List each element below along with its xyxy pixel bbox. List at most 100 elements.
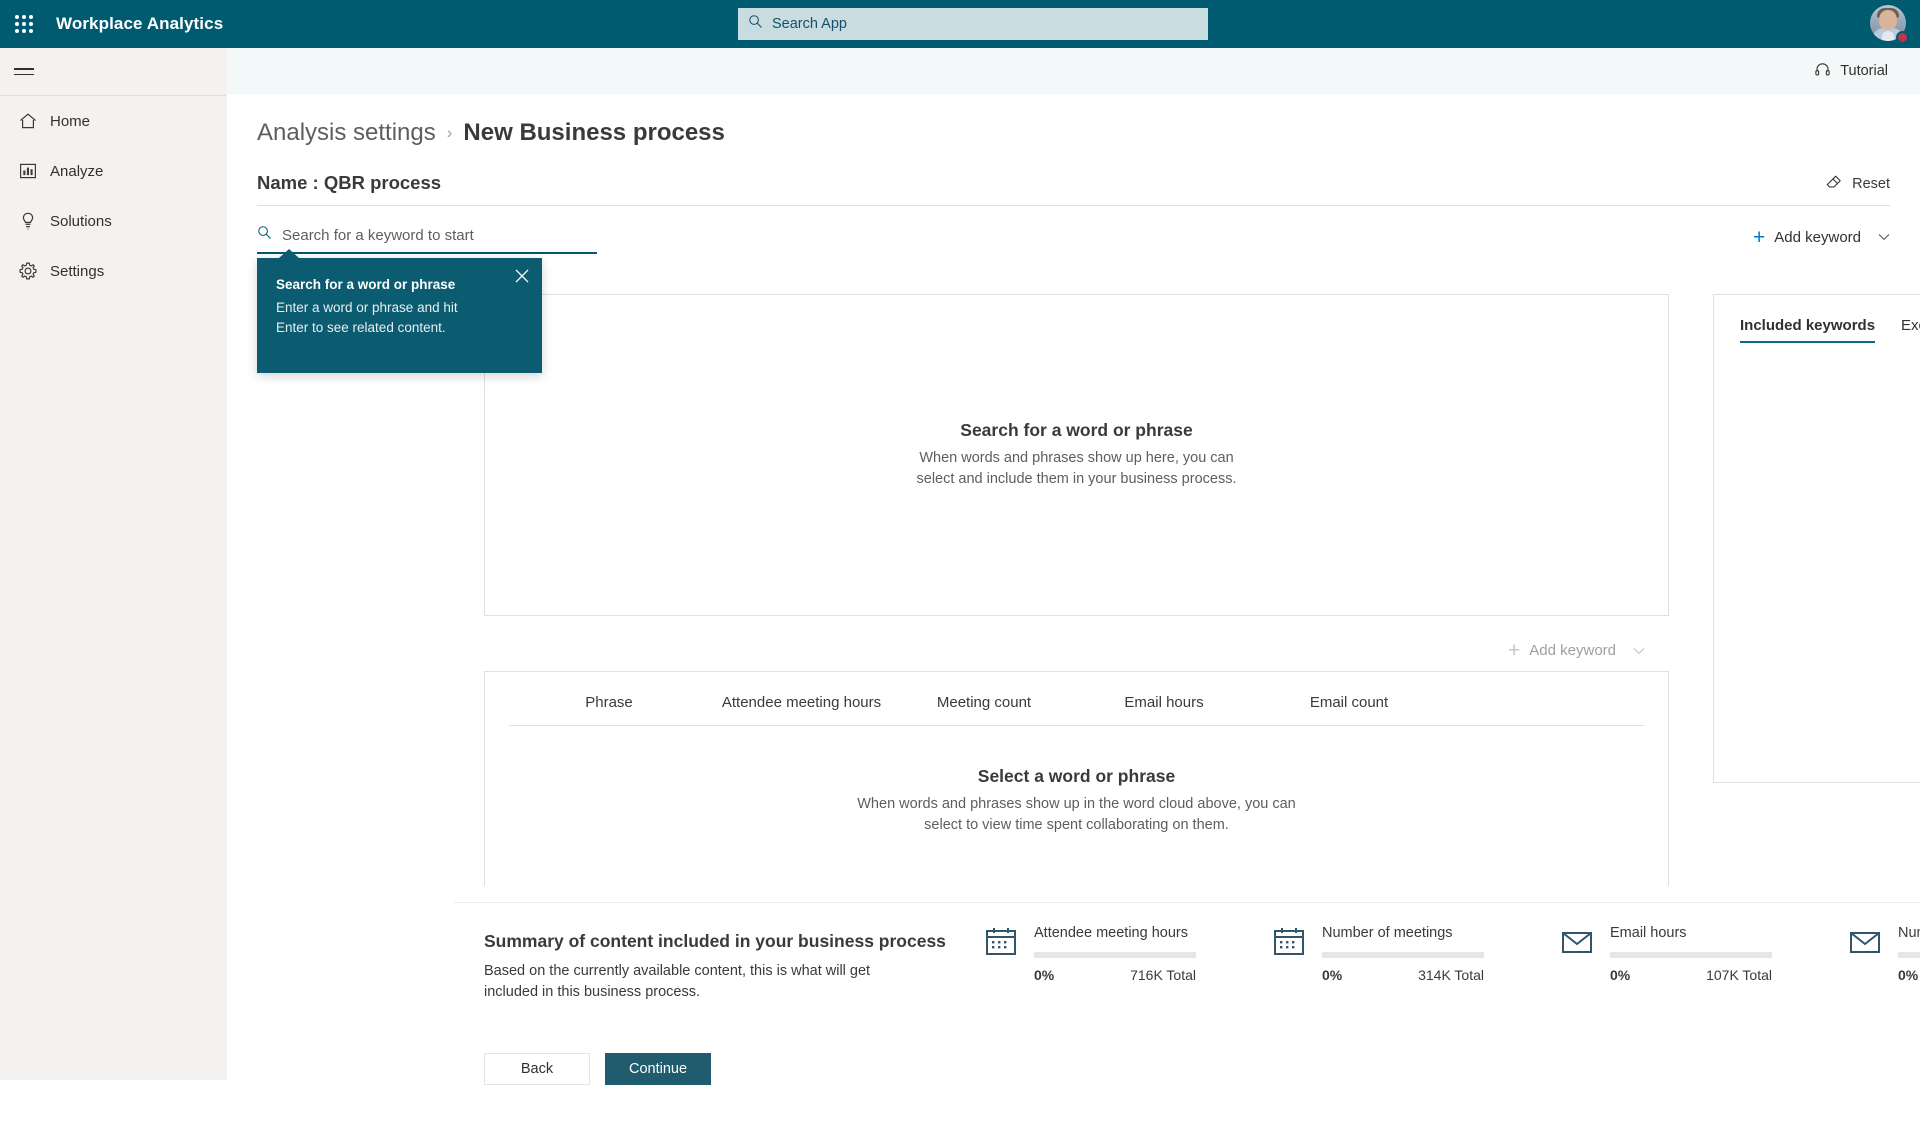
envelope-icon bbox=[1560, 925, 1594, 983]
column-header-email-count[interactable]: Email count bbox=[1254, 694, 1444, 725]
breadcrumb: Analysis settings › New Business process bbox=[257, 119, 1920, 147]
keyword-search-row: Search for a keyword to start Search for… bbox=[257, 220, 1890, 254]
bar-chart-icon bbox=[12, 161, 44, 181]
empty-state-subtitle: When words and phrases show up here, you… bbox=[917, 448, 1237, 491]
metric-total: 314K Total bbox=[1418, 967, 1484, 983]
search-icon bbox=[748, 14, 763, 34]
tutorial-label: Tutorial bbox=[1840, 63, 1888, 79]
process-name-row: Name : QBR process Reset bbox=[257, 172, 1890, 206]
metric-percent: 0% bbox=[1322, 967, 1342, 983]
word-cloud-panel[interactable]: Search for a word or phrase When words a… bbox=[484, 294, 1669, 616]
close-icon[interactable] bbox=[515, 269, 529, 288]
avatar[interactable] bbox=[1870, 5, 1908, 43]
metric-percent: 0% bbox=[1610, 967, 1630, 983]
gear-icon bbox=[12, 261, 44, 281]
add-keyword-label: Add keyword bbox=[1529, 642, 1616, 659]
table-empty-state: Select a word or phrase When words and p… bbox=[857, 766, 1295, 837]
empty-state-line-1: When words and phrases show up here, you… bbox=[917, 448, 1237, 469]
column-header-email-hours[interactable]: Email hours bbox=[1074, 694, 1254, 725]
tab-included-keywords[interactable]: Included keywords bbox=[1740, 317, 1875, 343]
back-button[interactable]: Back bbox=[484, 1053, 590, 1085]
metric-label: Number of emails bbox=[1898, 925, 1920, 941]
metric-number-of-emails: Number of emails 0% 3.8M Total bbox=[1848, 925, 1920, 983]
metric-total: 107K Total bbox=[1706, 967, 1772, 983]
metric-values: 0% 107K Total bbox=[1610, 967, 1772, 983]
plus-icon: + bbox=[1508, 640, 1520, 661]
app-title: Workplace Analytics bbox=[56, 14, 223, 34]
sidebar: Home Analyze Solutions Settings bbox=[0, 48, 227, 1080]
metric-label: Email hours bbox=[1610, 925, 1772, 941]
table-body: Select a word or phrase When words and p… bbox=[485, 726, 1668, 876]
empty-state-line-2: select to view time spent collaborating … bbox=[857, 815, 1295, 836]
column-header-attendee-meeting-hours[interactable]: Attendee meeting hours bbox=[709, 694, 894, 725]
sidebar-item-analyze[interactable]: Analyze bbox=[0, 146, 227, 196]
add-keyword-button-top[interactable]: + Add keyword bbox=[1753, 227, 1890, 248]
chevron-down-icon[interactable] bbox=[1878, 230, 1890, 244]
reset-label: Reset bbox=[1852, 176, 1890, 192]
table-header-row: Phrase Attendee meeting hours Meeting co… bbox=[509, 672, 1644, 726]
keyword-search-input[interactable]: Search for a keyword to start bbox=[257, 220, 597, 250]
global-search-input[interactable]: Search App bbox=[738, 8, 1208, 40]
breadcrumb-current: New Business process bbox=[463, 119, 724, 147]
metric-values: 0% 716K Total bbox=[1034, 967, 1196, 983]
left-column: Search for a word or phrase When words a… bbox=[484, 294, 1669, 886]
breadcrumb-parent[interactable]: Analysis settings bbox=[257, 119, 436, 147]
keywords-panel: Included keywords Excluded keywords bbox=[1713, 294, 1920, 783]
column-header-meeting-count[interactable]: Meeting count bbox=[894, 694, 1074, 725]
main-content: Tutorial Analysis settings › New Busines… bbox=[227, 48, 1920, 1080]
keywords-tab-list: Included keywords Excluded keywords bbox=[1714, 295, 1920, 343]
continue-button[interactable]: Continue bbox=[605, 1053, 711, 1085]
global-search-placeholder: Search App bbox=[772, 16, 847, 32]
keyword-search-placeholder: Search for a keyword to start bbox=[282, 227, 474, 244]
top-navigation-bar: Workplace Analytics Search App bbox=[0, 0, 1920, 48]
table-add-keyword-row: + Add keyword bbox=[484, 640, 1669, 661]
metric-label: Attendee meeting hours bbox=[1034, 925, 1196, 941]
metric-attendee-meeting-hours: Attendee meeting hours 0% 716K Total bbox=[984, 925, 1214, 983]
callout-title: Search for a word or phrase bbox=[276, 277, 523, 292]
app-launcher-icon[interactable] bbox=[0, 0, 48, 48]
add-keyword-label: Add keyword bbox=[1774, 229, 1861, 246]
tutorial-bar: Tutorial bbox=[227, 48, 1920, 94]
headset-icon bbox=[1814, 61, 1831, 82]
summary-metrics: Attendee meeting hours 0% 716K Total Num… bbox=[984, 925, 1920, 983]
add-keyword-button-table[interactable]: + Add keyword bbox=[1508, 640, 1645, 661]
metric-total: 716K Total bbox=[1130, 967, 1196, 983]
phrase-table: Phrase Attendee meeting hours Meeting co… bbox=[484, 671, 1669, 886]
home-icon bbox=[12, 111, 44, 131]
metric-progress-bar bbox=[1034, 952, 1196, 958]
column-header-phrase[interactable]: Phrase bbox=[509, 694, 709, 725]
metric-percent: 0% bbox=[1034, 967, 1054, 983]
chevron-right-icon: › bbox=[447, 123, 453, 143]
empty-state-title: Select a word or phrase bbox=[857, 766, 1295, 787]
coachmark-callout: Search for a word or phrase Enter a word… bbox=[257, 258, 542, 373]
presence-badge bbox=[1896, 31, 1909, 44]
wizard-buttons: Back Continue bbox=[484, 1053, 711, 1085]
sidebar-item-home[interactable]: Home bbox=[0, 96, 227, 146]
summary-section: Summary of content included in your busi… bbox=[454, 902, 1920, 1128]
sidebar-item-label: Analyze bbox=[50, 163, 103, 180]
sidebar-item-settings[interactable]: Settings bbox=[0, 246, 227, 296]
reset-button[interactable]: Reset bbox=[1825, 173, 1890, 194]
metric-values: 0% 3.8M Total bbox=[1898, 967, 1920, 983]
empty-state-subtitle: When words and phrases show up in the wo… bbox=[857, 794, 1295, 837]
eraser-icon bbox=[1825, 173, 1842, 194]
search-icon bbox=[257, 225, 272, 245]
callout-body: Enter a word or phrase and hit Enter to … bbox=[276, 298, 491, 337]
metric-label: Number of meetings bbox=[1322, 925, 1484, 941]
plus-icon: + bbox=[1753, 227, 1765, 248]
metric-email-hours: Email hours 0% 107K Total bbox=[1560, 925, 1790, 983]
metric-number-of-meetings: Number of meetings 0% 314K Total bbox=[1272, 925, 1502, 983]
hamburger-icon[interactable] bbox=[0, 48, 227, 95]
keyword-search-wrapper: Search for a keyword to start Search for… bbox=[257, 220, 597, 254]
metric-progress-bar bbox=[1322, 952, 1484, 958]
tab-excluded-keywords[interactable]: Excluded keywords bbox=[1901, 317, 1920, 343]
lightbulb-icon bbox=[12, 211, 44, 231]
sidebar-item-label: Solutions bbox=[50, 213, 112, 230]
tutorial-button[interactable]: Tutorial bbox=[1814, 61, 1888, 82]
chevron-down-icon[interactable] bbox=[1633, 644, 1645, 658]
sidebar-item-solutions[interactable]: Solutions bbox=[0, 196, 227, 246]
calendar-icon bbox=[984, 925, 1018, 983]
envelope-icon bbox=[1848, 925, 1882, 983]
empty-state-line-1: When words and phrases show up in the wo… bbox=[857, 794, 1295, 815]
keyword-search-underline bbox=[257, 252, 597, 254]
